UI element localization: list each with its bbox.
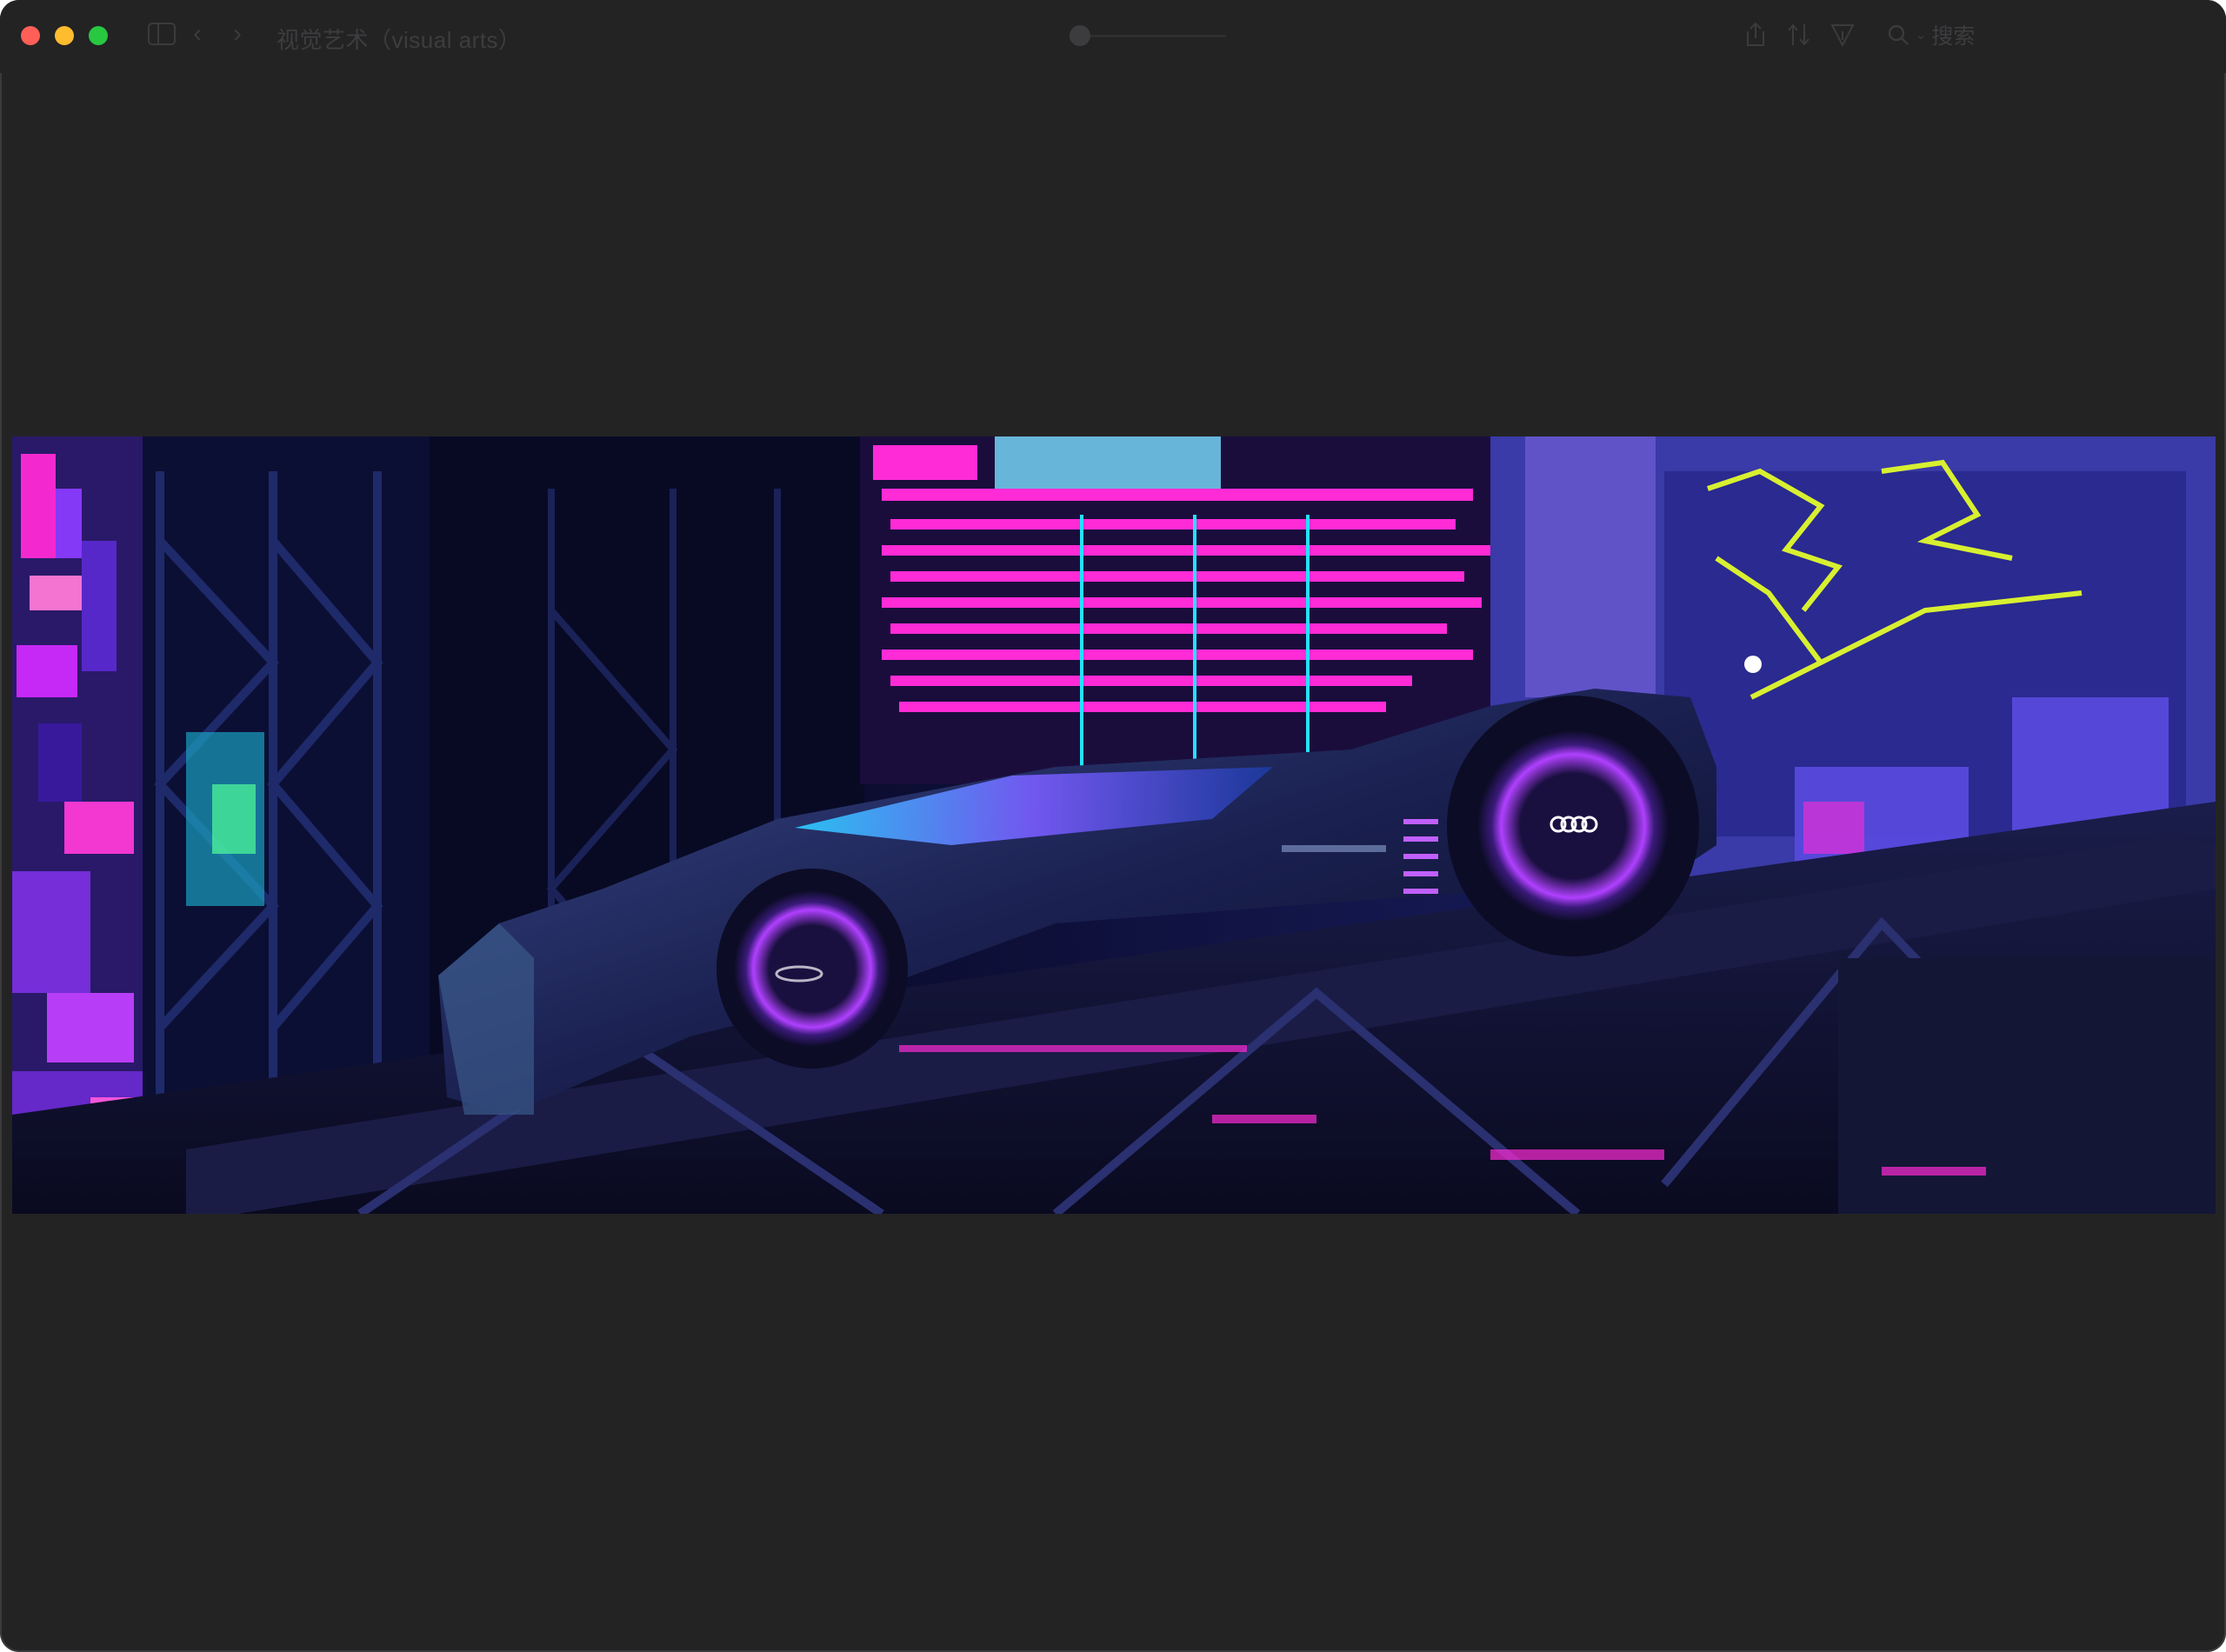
chevron-down-icon: ⌄ bbox=[1915, 28, 1927, 43]
markup-pen-icon[interactable] bbox=[1829, 21, 1856, 49]
window-title: 视觉艺术（visual arts） bbox=[277, 27, 522, 53]
zoom-slider-knob[interactable] bbox=[1070, 25, 1090, 46]
search-field[interactable]: ⌄ 搜索 bbox=[1887, 21, 1975, 49]
minimize-button[interactable] bbox=[55, 26, 74, 45]
sidebar-toggle-icon[interactable] bbox=[148, 23, 176, 45]
rotate-icon[interactable] bbox=[1786, 21, 1812, 49]
search-label: 搜索 bbox=[1931, 24, 1976, 49]
chevron-left-icon[interactable]: ‹ bbox=[193, 19, 202, 49]
artwork-image bbox=[12, 436, 2216, 1214]
cyberpunk-car-render bbox=[12, 436, 2216, 1214]
close-button[interactable] bbox=[21, 26, 40, 45]
maximize-button[interactable] bbox=[89, 26, 108, 45]
zoom-slider-track[interactable] bbox=[1087, 35, 1226, 37]
preview-window: ‹ › 视觉艺术（visual arts） ⌄ 搜索 bbox=[0, 0, 2226, 1652]
share-icon[interactable] bbox=[1743, 21, 1769, 49]
chevron-right-icon[interactable]: › bbox=[233, 19, 242, 49]
search-icon bbox=[1888, 24, 1909, 45]
titlebar: ‹ › 视觉艺术（visual arts） ⌄ 搜索 bbox=[0, 0, 2226, 73]
